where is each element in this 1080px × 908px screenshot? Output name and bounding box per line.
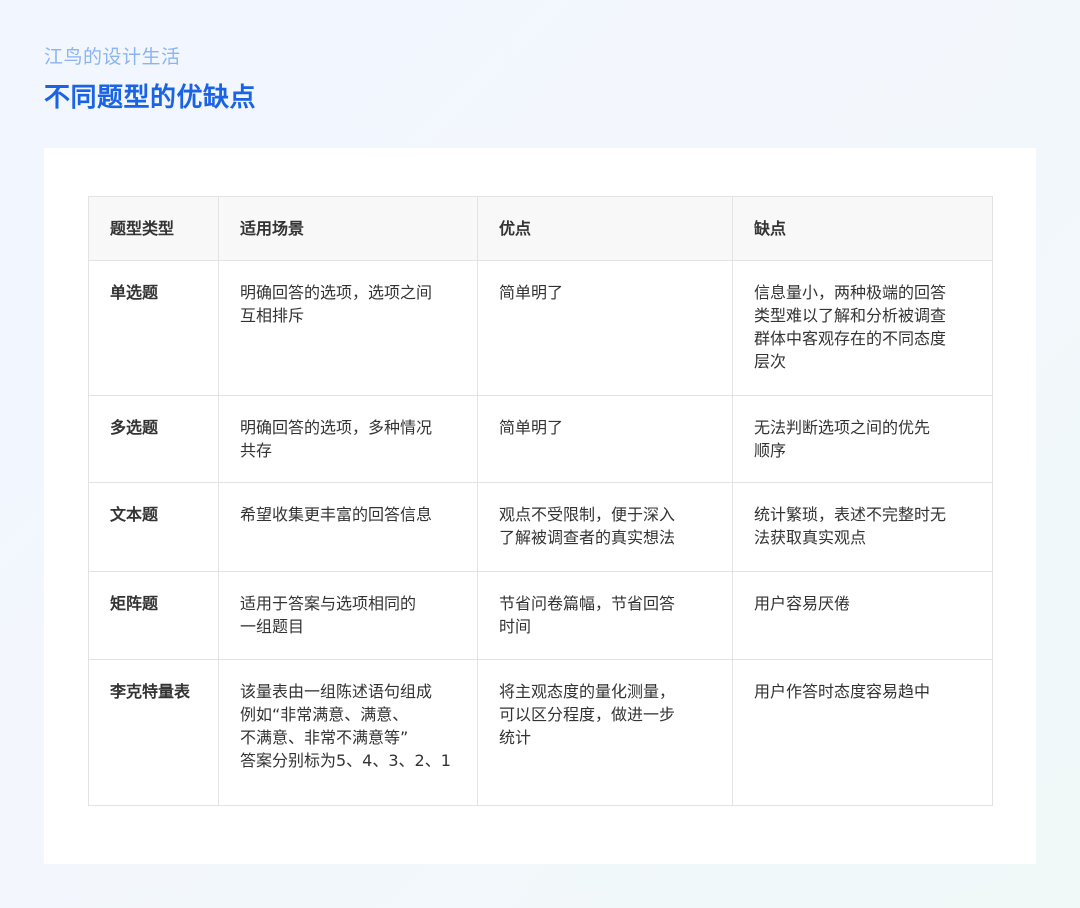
type-cell: 矩阵题 [88, 571, 219, 660]
pros-cell: 观点不受限制，便于深入 了解被调查者的真实想法 [477, 482, 733, 572]
type-cell: 多选题 [88, 395, 219, 483]
scenario-line: 例如“非常满意、满意、 [240, 705, 409, 724]
scenario-line: 答案分别标为5、4、3、2、1 [240, 751, 451, 770]
column-header-type: 题型类型 [88, 196, 219, 261]
table-row: 单选题 明确回答的选项，选项之间 互相排斥 简单明了 信息量小，两种极端的回答 … [88, 260, 993, 396]
cons-cell: 信息量小，两种极端的回答 类型难以了解和分析被调查 群体中客观存在的不同态度 层… [732, 260, 993, 396]
cons-line: 用户容易厌倦 [754, 594, 851, 613]
cons-cell: 用户容易厌倦 [732, 571, 993, 660]
page-title: 不同题型的优缺点 [44, 83, 257, 113]
table-row: 李克特量表 该量表由一组陈述语句组成 例如“非常满意、满意、 不满意、非常不满意… [88, 659, 993, 806]
type-cell: 李克特量表 [88, 659, 219, 806]
table-row: 文本题 希望收集更丰富的回答信息 观点不受限制，便于深入 了解被调查者的真实想法… [88, 482, 993, 572]
cons-line: 类型难以了解和分析被调查 [754, 306, 947, 325]
scenario-line: 明确回答的选项，多种情况 [240, 418, 433, 437]
scenario-cell: 适用于答案与选项相同的 一组题目 [218, 571, 478, 660]
pros-cell: 节省问卷篇幅，节省回答 时间 [477, 571, 733, 660]
column-header-pros: 优点 [477, 196, 733, 261]
pros-cell: 简单明了 [477, 260, 733, 396]
pros-line: 观点不受限制，便于深入 [499, 505, 676, 524]
cons-cell: 无法判断选项之间的优先 顺序 [732, 395, 993, 483]
column-header-cons: 缺点 [732, 196, 993, 261]
scenario-line: 不满意、非常不满意等” [240, 728, 409, 747]
cons-line: 顺序 [754, 441, 787, 460]
pros-line: 统计 [499, 728, 532, 747]
scenario-line: 该量表由一组陈述语句组成 [240, 682, 433, 701]
table-row: 矩阵题 适用于答案与选项相同的 一组题目 节省问卷篇幅，节省回答 时间 用户容易… [88, 571, 993, 660]
table-row: 多选题 明确回答的选项，多种情况 共存 简单明了 无法判断选项之间的优先 顺序 [88, 395, 993, 483]
scenario-cell: 明确回答的选项，选项之间 互相排斥 [218, 260, 478, 396]
scenario-cell: 该量表由一组陈述语句组成 例如“非常满意、满意、 不满意、非常不满意等” 答案分… [218, 659, 478, 806]
cons-line: 信息量小，两种极端的回答 [754, 283, 947, 302]
cons-line: 用户作答时态度容易趋中 [754, 682, 931, 701]
brand-name: 江鸟的设计生活 [44, 46, 181, 68]
cons-cell: 统计繁琐，表述不完整时无 法获取真实观点 [732, 482, 993, 572]
pros-cell: 将主观态度的量化测量， 可以区分程度，做进一步 统计 [477, 659, 733, 806]
type-cell: 文本题 [88, 482, 219, 572]
scenario-line: 希望收集更丰富的回答信息 [240, 505, 433, 524]
pros-line: 节省问卷篇幅，节省回答 [499, 594, 676, 613]
cons-cell: 用户作答时态度容易趋中 [732, 659, 993, 806]
pros-cell: 简单明了 [477, 395, 733, 483]
pros-line: 简单明了 [499, 418, 564, 437]
pros-line: 将主观态度的量化测量， [499, 682, 676, 701]
cons-line: 法获取真实观点 [754, 528, 867, 547]
cons-line: 层次 [754, 352, 787, 371]
scenario-line: 明确回答的选项，选项之间 [240, 283, 433, 302]
cons-line: 群体中客观存在的不同态度 [754, 329, 947, 348]
cons-line: 统计繁琐，表述不完整时无 [754, 505, 947, 524]
scenario-cell: 希望收集更丰富的回答信息 [218, 482, 478, 572]
scenario-line: 一组题目 [240, 617, 305, 636]
scenario-line: 适用于答案与选项相同的 [240, 594, 417, 613]
scenario-cell: 明确回答的选项，多种情况 共存 [218, 395, 478, 483]
cons-line: 无法判断选项之间的优先 [754, 418, 931, 437]
pros-line: 时间 [499, 617, 532, 636]
question-type-comparison-table: 题型类型 适用场景 优点 缺点 单选题 明确回答的选项，选项之间 互相排斥 简单… [88, 196, 993, 806]
pros-line: 了解被调查者的真实想法 [499, 528, 676, 547]
column-header-scenario: 适用场景 [218, 196, 478, 261]
pros-line: 可以区分程度，做进一步 [499, 705, 676, 724]
content-card: 题型类型 适用场景 优点 缺点 单选题 明确回答的选项，选项之间 互相排斥 简单… [44, 148, 1036, 864]
scenario-line: 共存 [240, 441, 273, 460]
type-cell: 单选题 [88, 260, 219, 396]
scenario-line: 互相排斥 [240, 306, 305, 325]
table-header-row: 题型类型 适用场景 优点 缺点 [88, 196, 993, 261]
pros-line: 简单明了 [499, 283, 564, 302]
